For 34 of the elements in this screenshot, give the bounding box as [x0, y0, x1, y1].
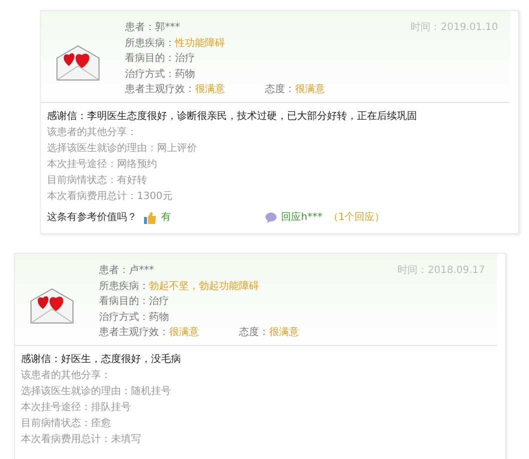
thumbs-up-icon[interactable] — [143, 210, 157, 224]
review-field: 患者主观疗效：很满意 — [99, 325, 199, 340]
review-text: 本次挂号途径：网络预约 — [47, 158, 158, 172]
review-text: 本次挂号途径：排队挂号 — [21, 400, 132, 414]
review-field: 所患疾病：勃起不坚，勃起功能障碍 — [99, 278, 259, 294]
review-field: 患者主观疗效：很满意 — [125, 82, 225, 98]
review-field: 态度：很满意 — [239, 325, 299, 340]
review-field: 所患疾病：性功能障碍 — [125, 36, 225, 51]
review-field: 看病目的：治疗 — [99, 294, 169, 310]
review-text: 选择该医生就诊的理由：随机挂号 — [21, 384, 172, 398]
review-text: 目前病情状态：有好转 — [47, 174, 148, 188]
review-field: 态度：很满意 — [265, 82, 325, 98]
review-text: 选择该医生就诊的理由：网上评价 — [47, 142, 198, 156]
vote-link[interactable]: 有 — [161, 210, 171, 226]
review-time: 时间：2018.09.17 — [398, 264, 485, 278]
review-text: 感谢信：好医生，态度很好，没毛病 — [21, 352, 182, 366]
review-text: 该患者的其他分享： — [21, 368, 112, 382]
review-time: 时间：2019.01.10 — [410, 20, 498, 35]
speech-bubble-icon[interactable] — [265, 212, 277, 223]
envelope-hearts-icon — [55, 44, 101, 82]
review-text: 本次看病费用总计：1300元 — [47, 190, 174, 204]
review-field: 看病目的：治疗 — [125, 51, 195, 66]
envelope-hearts-icon — [29, 286, 75, 325]
helpful-question: 这条有参考价值吗？ — [47, 210, 137, 224]
review-field: 患者：郭*** — [125, 20, 180, 36]
reply-count: （1个回应） — [328, 210, 385, 224]
review-text: 感谢信：李明医生态度很好，诊断很亲民，技术过硬，已大部分好转，正在后续巩固 — [47, 110, 418, 124]
review-field: 患者：卢*** — [99, 263, 154, 278]
review-field: 治疗方式：药物 — [99, 310, 169, 325]
review-text: 该患者的其他分享： — [47, 126, 138, 140]
review-field: 治疗方式：药物 — [125, 66, 195, 82]
reply-link[interactable]: 回应h*** — [281, 210, 322, 226]
review-text: 本次看病费用总计：未填写 — [21, 432, 142, 446]
review-text: 目前病情状态：痊愈 — [21, 416, 112, 430]
